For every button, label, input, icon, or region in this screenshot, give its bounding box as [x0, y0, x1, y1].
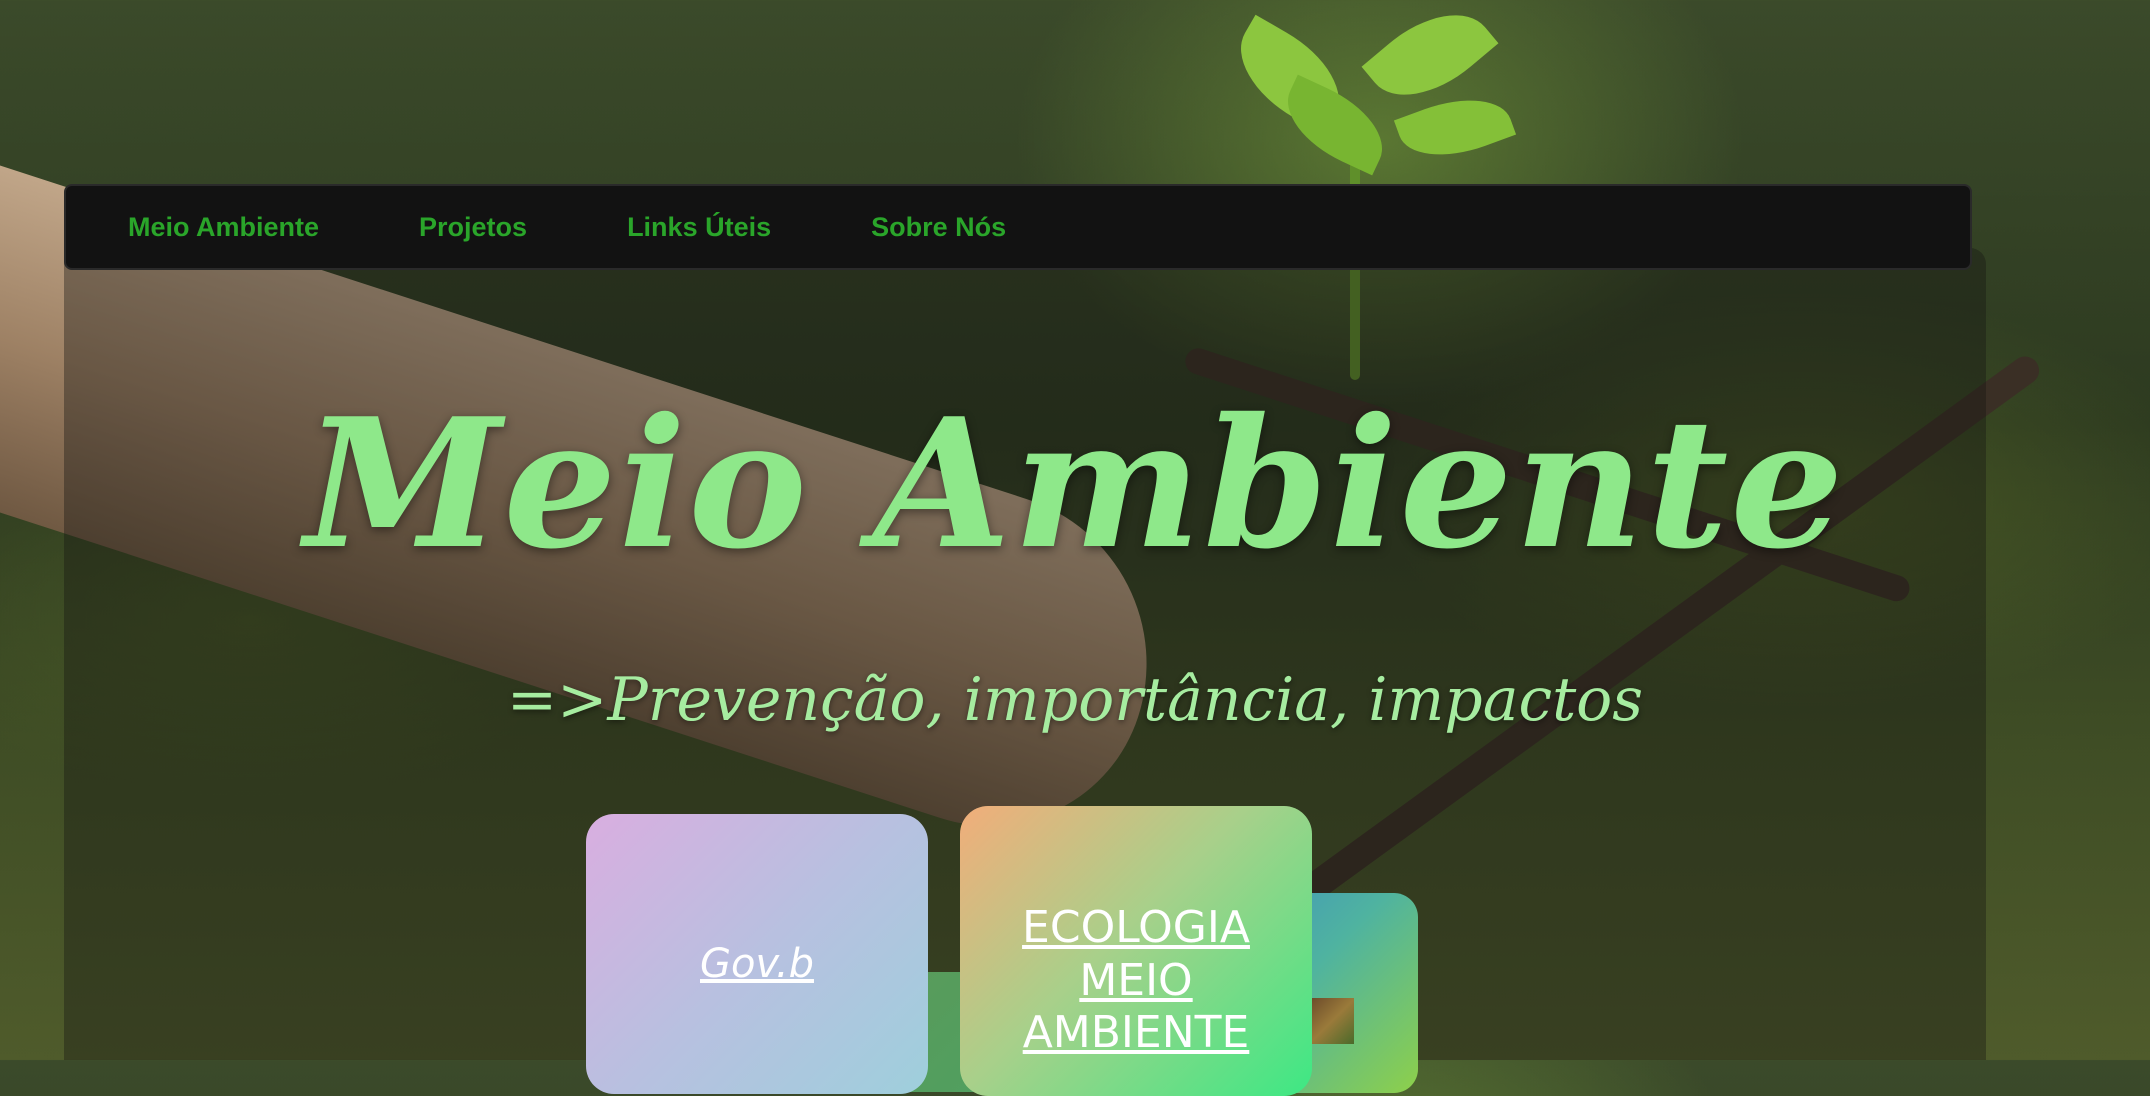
page-title: Meio Ambiente — [304, 379, 1846, 588]
nav-link-sobre-nos[interactable]: Sobre Nós — [871, 212, 1006, 243]
nav-link-projetos[interactable]: Projetos — [419, 212, 527, 243]
gov-link[interactable]: Gov.b — [700, 941, 814, 987]
ecologia-link[interactable]: ECOLOGIA MEIO AMBIENTE — [960, 902, 1312, 1060]
page-subtitle: =>Prevenção, importância, impactos — [506, 665, 1644, 735]
card-thumbnail-image — [1310, 998, 1354, 1044]
nav-link-links-uteis[interactable]: Links Úteis — [627, 212, 771, 243]
top-navbar: Meio Ambiente Projetos Links Úteis Sobre… — [64, 184, 1972, 270]
nav-link-meio-ambiente[interactable]: Meio Ambiente — [128, 212, 319, 243]
background-leaf — [1272, 74, 1398, 176]
card-gov[interactable]: Gov.b — [586, 814, 928, 1094]
background-leaf — [1393, 82, 1517, 173]
background-leaf — [1220, 14, 1360, 136]
card-ecologia[interactable]: ECOLOGIA MEIO AMBIENTE — [960, 806, 1312, 1096]
background-leaf — [1361, 0, 1499, 121]
